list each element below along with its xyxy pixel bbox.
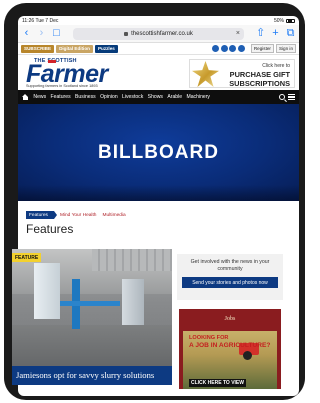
site-top-bar: SUBSCRIBE Digital Edition Puzzles Regist… [18, 43, 299, 55]
share-icon[interactable]: ⇧ [256, 28, 265, 39]
menu-icon[interactable] [288, 94, 295, 100]
photo-pipe-2 [60, 301, 120, 306]
digital-edition-button[interactable]: Digital Edition [56, 44, 93, 53]
battery-percent: 50% [273, 17, 284, 24]
instagram-icon[interactable] [229, 45, 237, 52]
social-links [212, 45, 245, 52]
status-right: 50% [274, 18, 295, 24]
masthead: THE SCOTTISH Farmer Supporting farmers i… [18, 55, 299, 90]
register-button[interactable]: Register [250, 44, 274, 53]
puzzles-button[interactable]: Puzzles [94, 44, 118, 53]
nav-machinery[interactable]: Machinery [186, 94, 210, 100]
breadcrumb-features[interactable]: Features [26, 211, 57, 219]
address-bar[interactable]: thescottishfarmer.co.uk × [73, 27, 244, 40]
community-box: Get involved with the news in your commu… [177, 254, 283, 300]
sign-in-button[interactable]: Sign in [275, 44, 296, 53]
lock-icon [124, 31, 129, 36]
subscribe-button[interactable]: SUBSCRIBE [21, 44, 55, 53]
photo-roof [92, 249, 172, 271]
status-bar: 11:26 Tue 7 Dec 50% [18, 16, 299, 25]
clear-url-icon[interactable]: × [236, 30, 240, 37]
ad-line-1: Click here to [262, 63, 290, 69]
breadcrumb: Features Mind Your Health Multimedia [18, 209, 299, 221]
main-nav: News Features Business Opinion Livestock… [18, 90, 299, 104]
tablet-frame: 11:26 Tue 7 Dec 50% ‹ › □ thescottishfar… [4, 3, 305, 400]
logo-tagline: Supporting farmers in Scotland since 189… [26, 84, 98, 88]
status-time: 11:26 Tue 7 Dec [22, 17, 59, 24]
content-area: FEATURE Jamiesons opt for savvy slurry s… [12, 249, 283, 389]
nav-news[interactable]: News [33, 94, 46, 100]
twitter-icon[interactable] [220, 45, 228, 52]
billboard-ad[interactable]: BILLBOARD [18, 104, 299, 201]
send-stories-button[interactable]: Send your stories and photos now [182, 277, 278, 288]
logo-swoosh [48, 60, 56, 63]
logo-wordmark: Farmer [26, 60, 108, 88]
feature-badge: FEATURE [12, 253, 42, 262]
browser-toolbar: ‹ › □ thescottishfarmer.co.uk × ⇧ + ⧉ [18, 25, 299, 43]
photo-tank [34, 263, 60, 319]
gift-subscription-ad[interactable]: Click here to PURCHASE GIFT SUBSCRIPTION… [189, 59, 295, 88]
jobs-ad[interactable]: Jobs LOOKING FOR A JOB IN AGRICULTURE? C… [179, 309, 281, 389]
facebook-icon[interactable] [212, 45, 220, 52]
page-title: Features [26, 222, 74, 236]
photo-tank-2 [122, 279, 144, 325]
gift-bow-icon [192, 61, 219, 87]
nav-shows[interactable]: Shows [148, 94, 163, 100]
back-icon[interactable]: ‹ [22, 28, 31, 39]
search-icon[interactable] [279, 94, 285, 100]
ad-line-3: SUBSCRIPTIONS [229, 78, 290, 88]
tractor-wheel [243, 351, 252, 360]
nav-opinion[interactable]: Opinion [100, 94, 118, 100]
nav-business[interactable]: Business [75, 94, 96, 100]
community-text: Get involved with the news in your commu… [190, 259, 270, 272]
new-tab-icon[interactable]: + [271, 28, 280, 39]
jobs-ad-line-1: LOOKING FOR [189, 335, 229, 341]
nav-arable[interactable]: Arable [167, 94, 182, 100]
article-headline[interactable]: Jamiesons opt for savvy slurry solutions [12, 366, 172, 385]
feature-article-card[interactable]: FEATURE Jamiesons opt for savvy slurry s… [12, 249, 172, 385]
tabs-icon[interactable]: ⧉ [286, 28, 295, 39]
jobs-ad-line-3: CLICK HERE TO VIEW [189, 379, 246, 387]
forward-icon[interactable]: › [37, 28, 46, 39]
battery-icon [286, 18, 295, 23]
nav-livestock[interactable]: Livestock [122, 94, 143, 100]
jobs-ad-line-2: A JOB IN AGRICULTURE? [189, 342, 271, 349]
url-text: thescottishfarmer.co.uk [131, 30, 193, 37]
breadcrumb-mind-your-health[interactable]: Mind Your Health [60, 213, 97, 218]
bookmarks-icon[interactable]: □ [52, 28, 61, 39]
nav-features[interactable]: Features [51, 94, 71, 100]
site-logo[interactable]: THE SCOTTISH Farmer Supporting farmers i… [26, 58, 130, 88]
jobs-title: Jobs [224, 316, 236, 322]
linkedin-icon[interactable] [237, 45, 245, 52]
home-icon[interactable] [22, 93, 29, 101]
billboard-label: BILLBOARD [98, 141, 219, 163]
breadcrumb-multimedia[interactable]: Multimedia [102, 213, 125, 218]
